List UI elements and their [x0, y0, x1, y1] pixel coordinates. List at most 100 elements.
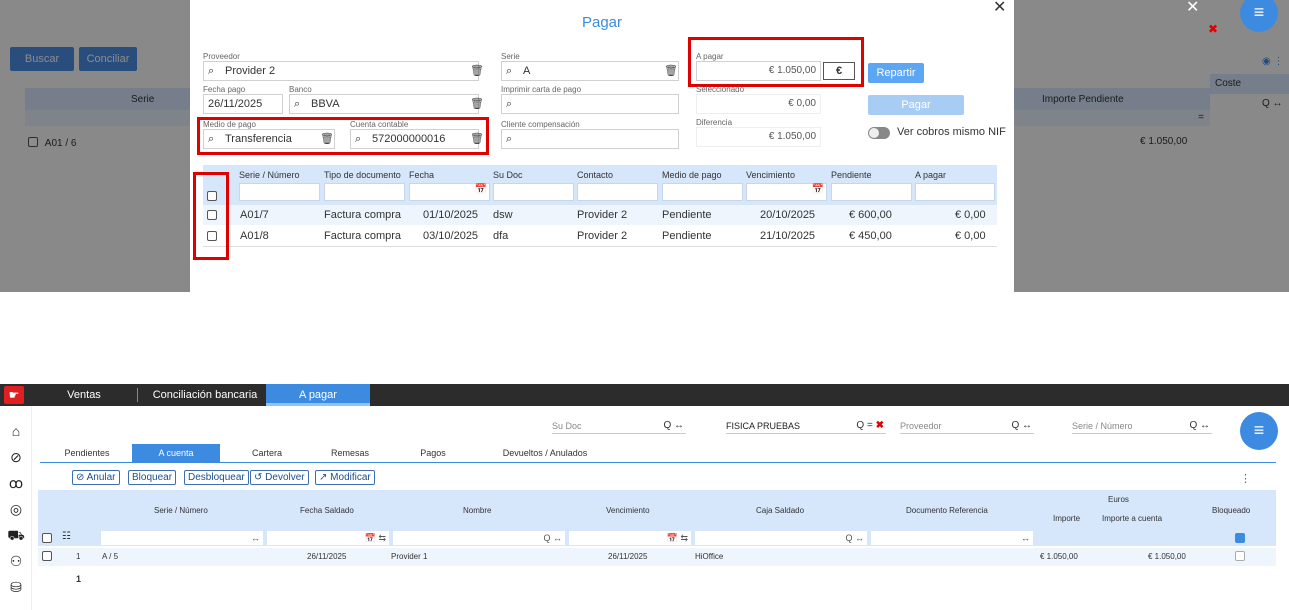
- trash-icon[interactable]: 🗑: [664, 64, 678, 77]
- bloquear-button[interactable]: Bloquear: [128, 470, 177, 485]
- imprimir-label: Imprimir carta de pago: [501, 85, 582, 94]
- calendar-icon[interactable]: 📅: [365, 533, 376, 543]
- filter-serie[interactable]: [239, 183, 320, 201]
- filter-vencimiento[interactable]: 📅: [746, 183, 827, 201]
- more-options-icon[interactable]: ⋮: [1240, 472, 1251, 485]
- filter-sudoc[interactable]: [493, 183, 574, 201]
- col-nombre: Nombre: [463, 506, 492, 515]
- banco-field[interactable]: ⌕ BBVA: [289, 94, 479, 114]
- search-icon[interactable]: Q = ✖: [856, 418, 884, 434]
- sudoc-search[interactable]: Su Doc Q ↔: [552, 418, 686, 434]
- filter-fecha[interactable]: 📅 ⇆: [267, 531, 389, 545]
- app-logo[interactable]: ☛: [4, 386, 24, 404]
- filter-fecha[interactable]: 📅: [409, 183, 490, 201]
- subtab-remesas[interactable]: Remesas: [313, 444, 387, 462]
- desbloquear-button[interactable]: Desbloquear: [184, 470, 249, 485]
- contacts-icon[interactable]: ⚇: [7, 552, 25, 570]
- select-all-checkbox[interactable]: [42, 533, 52, 543]
- calendar-icon[interactable]: 📅: [812, 184, 824, 195]
- serie-field[interactable]: ⌕ A: [501, 61, 679, 81]
- tab-ventas[interactable]: Ventas: [56, 384, 112, 406]
- tab-apagar[interactable]: A pagar: [266, 384, 370, 406]
- fecha-pago-field[interactable]: 26/11/2025: [203, 94, 283, 114]
- truck-icon[interactable]: ⛟: [7, 526, 25, 544]
- search-icon[interactable]: ⌕: [294, 95, 306, 113]
- row-importe: € 1.050,00: [1040, 552, 1078, 561]
- subtab-cartera[interactable]: Cartera: [230, 444, 304, 462]
- serie-search[interactable]: Serie / Número Q ↔: [1072, 418, 1212, 434]
- table-row[interactable]: A01/7 Factura compra 01/10/2025 dsw Prov…: [203, 205, 997, 225]
- search-icon[interactable]: Q ↔: [663, 418, 684, 434]
- pagar-screenshot: Buscar Conciliar Serie A01 / 6 Importe P…: [0, 0, 1289, 292]
- row-vencimiento: 26/11/2025: [608, 552, 648, 561]
- proveedor-search[interactable]: Proveedor Q ↔: [900, 418, 1034, 434]
- subtab-acuenta[interactable]: A cuenta: [132, 444, 220, 462]
- modificar-button[interactable]: ↗ Modificar: [315, 470, 375, 485]
- table-row[interactable]: A01/8 Factura compra 03/10/2025 dfa Prov…: [203, 226, 997, 246]
- users-icon[interactable]: ꝏ: [7, 474, 25, 492]
- calendar-icon[interactable]: 📅: [475, 184, 487, 195]
- menu-fab-button[interactable]: ≡: [1240, 412, 1278, 450]
- devolver-label: Devolver: [265, 472, 305, 483]
- proveedor-field[interactable]: ⌕ Provider 2: [203, 61, 479, 81]
- row-medio: Pendiente: [662, 209, 712, 221]
- col-caja: Caja Saldado: [756, 506, 805, 515]
- trash-icon[interactable]: 🗑: [470, 64, 484, 77]
- col-medio: Medio de pago: [662, 170, 722, 180]
- search-icon[interactable]: ⌕: [506, 130, 518, 148]
- fisica-search[interactable]: FISICA PRUEBAS Q = ✖: [726, 418, 886, 434]
- table-row[interactable]: 1 A / 5 26/11/2025 Provider 1 26/11/2025…: [38, 548, 1276, 566]
- search-icon[interactable]: Q ↔: [1189, 418, 1210, 434]
- cliente-comp-field[interactable]: ⌕: [501, 129, 679, 149]
- fisica-value: FISICA PRUEBAS: [726, 421, 801, 431]
- filter-caja[interactable]: Q ↔: [695, 531, 867, 545]
- row-vencimiento: 20/10/2025: [760, 209, 816, 221]
- row-bloqueado-checkbox[interactable]: [1235, 551, 1245, 561]
- filter-pendiente[interactable]: [831, 183, 912, 201]
- row-caja: HiOffice: [695, 552, 724, 561]
- coins-icon[interactable]: ⛁: [7, 578, 25, 596]
- row-checkbox[interactable]: [42, 551, 52, 561]
- sudoc-placeholder: Su Doc: [552, 421, 582, 431]
- search-icon[interactable]: ⌕: [506, 62, 518, 80]
- anular-label: Anular: [86, 472, 116, 483]
- devolver-button[interactable]: ↺ Devolver: [250, 470, 309, 485]
- banco-label: Banco: [289, 85, 312, 94]
- filter-serie[interactable]: ↔: [101, 531, 263, 545]
- left-sidebar: ⌂ ⊘ ꝏ ◎ ⛟ ⚇ ⛁: [0, 406, 32, 610]
- filter-medio[interactable]: [662, 183, 743, 201]
- clear-icon[interactable]: ✖: [1208, 22, 1218, 36]
- filter-apagar[interactable]: [915, 183, 995, 201]
- close-icon[interactable]: ✕: [1186, 0, 1199, 16]
- trash-icon[interactable]: 🗑: [470, 97, 484, 110]
- tab-conciliacion[interactable]: Conciliación bancaria: [147, 384, 263, 406]
- filter-docref[interactable]: ↔: [871, 531, 1033, 545]
- bloqueado-filter-checkbox[interactable]: [1235, 533, 1245, 543]
- target-icon[interactable]: ◎: [7, 500, 25, 518]
- search-icon[interactable]: ⌕: [506, 95, 518, 113]
- ver-cobros-toggle[interactable]: [868, 127, 890, 139]
- filter-vencimiento[interactable]: 📅 ⇆: [569, 531, 691, 545]
- serie-label: Serie: [501, 52, 520, 61]
- home-icon[interactable]: ⌂: [7, 422, 25, 440]
- tag-icon[interactable]: ⊘: [7, 448, 25, 466]
- filter-contacto[interactable]: [577, 183, 658, 201]
- list-settings-icon[interactable]: ☷: [62, 531, 71, 542]
- modal-close-icon[interactable]: ✕: [993, 0, 1006, 16]
- row-apagar: € 0,00: [955, 230, 986, 242]
- pagar-seleccionado-button[interactable]: Pagar seleccionado: [868, 95, 964, 131]
- filter-nombre[interactable]: Q ↔: [393, 531, 565, 545]
- col-serie: Serie / Número: [154, 506, 208, 515]
- cliente-comp-label: Cliente compensación: [501, 120, 580, 129]
- search-icon[interactable]: Q ↔: [1011, 418, 1032, 434]
- subtab-pagos[interactable]: Pagos: [396, 444, 470, 462]
- subtab-devueltos[interactable]: Devueltos / Anulados: [490, 444, 600, 462]
- anular-button[interactable]: ⊘ Anular: [72, 470, 120, 485]
- subtab-pendientes[interactable]: Pendientes: [52, 444, 122, 462]
- repartir-button[interactable]: Repartir: [868, 63, 924, 83]
- search-icon[interactable]: ⌕: [208, 62, 220, 80]
- filter-tipo[interactable]: [324, 183, 405, 201]
- ver-cobros-label: Ver cobros mismo NIF: [897, 126, 1006, 138]
- imprimir-field[interactable]: ⌕: [501, 94, 679, 114]
- calendar-icon[interactable]: 📅: [667, 533, 678, 543]
